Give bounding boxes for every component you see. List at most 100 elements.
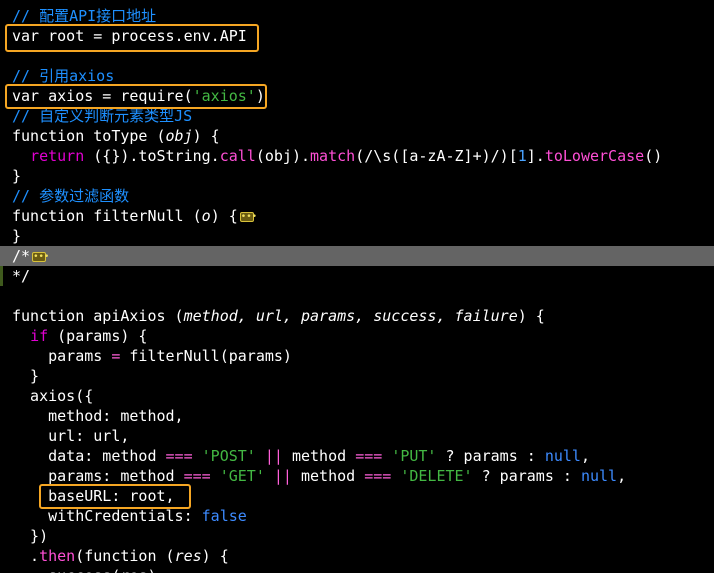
code-token: ) { [201, 547, 229, 565]
code-token: 'DELETE' [400, 467, 473, 485]
code-line[interactable]: // 参数过滤函数 [0, 186, 714, 206]
code-token: } [12, 227, 22, 245]
code-line[interactable]: .then(function (res) { [0, 546, 714, 566]
code-token: var axios = require( [12, 87, 193, 105]
code-token: 'GET' [219, 467, 265, 485]
code-line-text: data: method === 'POST' || method === 'P… [12, 446, 590, 466]
code-line[interactable] [0, 46, 714, 66]
code-token: if [30, 327, 49, 345]
code-line[interactable]: function toType (obj) { [0, 126, 714, 146]
code-line[interactable]: /* ••• [0, 246, 714, 266]
code-token: ]. [526, 147, 545, 165]
code-token: ) [147, 567, 156, 573]
code-token: (obj). [255, 147, 311, 165]
code-line-text: success(res) [12, 566, 156, 573]
code-token: }) [12, 527, 49, 545]
code-line-text: function toType (obj) { [12, 126, 220, 146]
code-token: } [12, 367, 40, 385]
code-token: params [12, 347, 112, 365]
code-token: data: method [12, 447, 166, 465]
code-line[interactable]: var root = process.env.API [0, 26, 714, 46]
code-line-text: url: url, [12, 426, 129, 446]
code-line[interactable]: } [0, 366, 714, 386]
code-line[interactable]: url: url, [0, 426, 714, 446]
code-line[interactable]: // 引用axios [0, 66, 714, 86]
code-token: , [617, 467, 627, 485]
code-line-text: .then(function (res) { [12, 546, 229, 566]
code-line-text: }) [12, 526, 48, 546]
code-line[interactable]: function apiAxios (method, url, params, … [0, 306, 714, 326]
code-line[interactable]: if (params) { [0, 326, 714, 346]
code-token: then [39, 547, 76, 565]
code-token: 'PUT' [391, 447, 437, 465]
code-token: 'axios' [192, 87, 256, 105]
code-token: , [580, 447, 590, 465]
code-token: false [201, 507, 247, 525]
code-line[interactable]: } [0, 166, 714, 186]
code-line[interactable]: baseURL: root, [0, 486, 714, 506]
code-line[interactable]: params: method === 'GET' || method === '… [0, 466, 714, 486]
code-line[interactable]: success(res) [0, 566, 714, 573]
code-line-text: // 自定义判断元素类型JS [12, 106, 192, 126]
code-line[interactable]: var axios = require('axios') [0, 86, 714, 106]
code-token: /* [12, 247, 31, 265]
code-line[interactable]: method: method, [0, 406, 714, 426]
code-token: res [120, 567, 147, 573]
code-line[interactable]: }) [0, 526, 714, 546]
code-line-text: function filterNull (o) {••• [12, 206, 257, 226]
code-token: () [644, 147, 663, 165]
code-token: ) { [210, 207, 238, 225]
code-token: 1 [517, 147, 527, 165]
code-token: === [364, 467, 392, 485]
code-token: // 参数过滤函数 [12, 187, 130, 205]
code-token: res [174, 547, 202, 565]
code-token: === [355, 447, 383, 465]
code-line[interactable]: */ [0, 266, 714, 286]
code-line[interactable]: // 自定义判断元素类型JS [0, 106, 714, 126]
code-line[interactable]: } [0, 226, 714, 246]
code-line-text: */ [12, 266, 30, 286]
code-token: function filterNull ( [12, 207, 202, 225]
code-token: method [291, 467, 365, 485]
code-token: withCredentials: [12, 507, 202, 525]
code-token: success [48, 567, 111, 573]
code-line-text: params = filterNull(params) [12, 346, 292, 366]
code-line-text: // 参数过滤函数 [12, 186, 129, 206]
code-line[interactable]: return ({}).toString.call(obj).match(/\s… [0, 146, 714, 166]
code-line[interactable]: // 配置API接口地址 [0, 6, 714, 26]
code-line[interactable]: axios({ [0, 386, 714, 406]
code-token: ) [255, 87, 265, 105]
code-line[interactable]: function filterNull (o) {••• [0, 206, 714, 226]
code-editor[interactable]: // 配置API接口地址 var root = process.env.API //… [0, 0, 714, 573]
code-line[interactable]: withCredentials: false [0, 506, 714, 526]
code-token: baseURL: root, [12, 487, 175, 505]
code-token: null [580, 467, 618, 485]
code-line-text: method: method, [12, 406, 183, 426]
code-token: method [282, 447, 356, 465]
code-line[interactable]: data: method === 'POST' || method === 'P… [0, 446, 714, 466]
code-token: filterNull(params) [120, 347, 292, 365]
code-token: method, url, params, success, failure [183, 307, 518, 325]
code-token: call [219, 147, 256, 165]
code-line[interactable] [0, 286, 714, 306]
fold-icon[interactable]: ••• [32, 251, 49, 262]
code-line-text: /* ••• [12, 246, 49, 266]
code-line[interactable]: params = filterNull(params) [0, 346, 714, 366]
code-token: url: url, [12, 427, 130, 445]
code-line-text: axios({ [12, 386, 93, 406]
code-token: axios({ [12, 387, 94, 405]
code-token: return [30, 147, 85, 165]
code-token: . [12, 547, 40, 565]
fold-icon[interactable]: ••• [239, 211, 257, 222]
code-line-text: return ({}).toString.call(obj).match(/\s… [12, 146, 662, 166]
code-token: var root = process.env.API [12, 27, 247, 45]
code-line-text: function apiAxios (method, url, params, … [12, 306, 545, 326]
code-token: || [273, 467, 292, 485]
